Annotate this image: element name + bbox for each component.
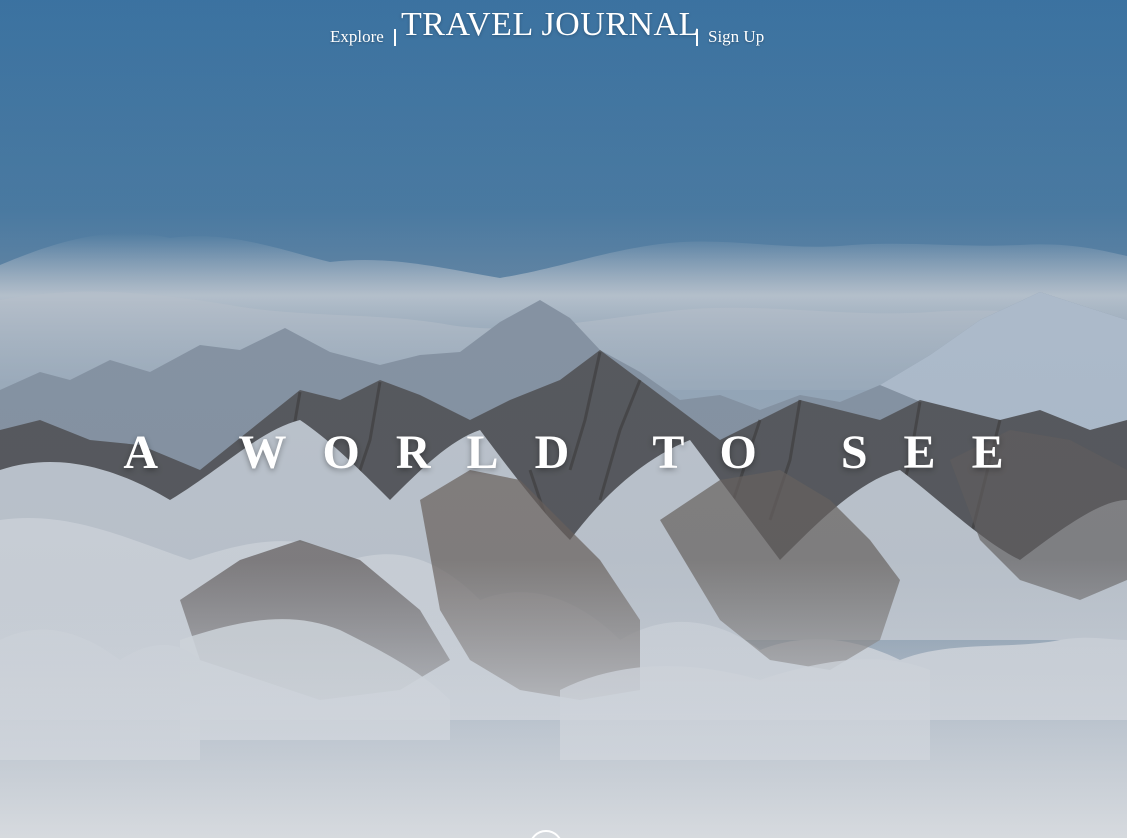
hero-headline: A WORLD TO SEE — [123, 426, 1040, 479]
hero-section — [0, 0, 1127, 838]
top-navigation: Explore TRAVEL JOURNAL Sign Up — [0, 6, 1127, 54]
brand-title-link[interactable]: TRAVEL JOURNAL — [401, 6, 700, 44]
mountain-background-image — [0, 0, 1127, 838]
nav-divider-right — [696, 29, 698, 46]
nav-divider-left — [394, 29, 396, 46]
nav-signup-link[interactable]: Sign Up — [708, 27, 764, 47]
nav-explore-link[interactable]: Explore — [330, 27, 384, 47]
